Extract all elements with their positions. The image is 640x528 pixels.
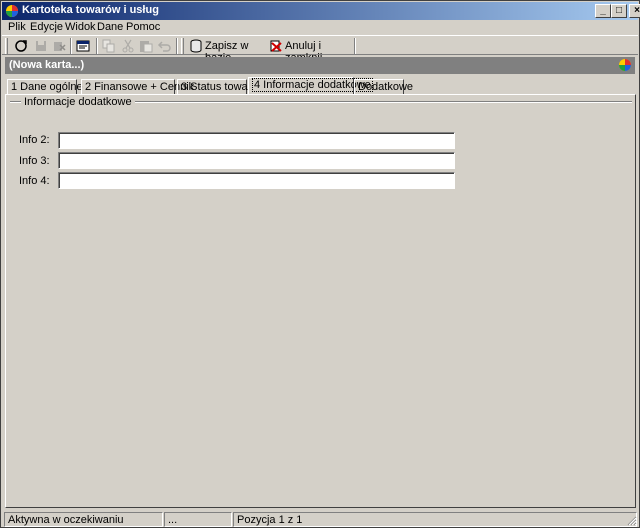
tab-finansowe-cennik[interactable]: 2 Finansowe + Cennik	[81, 79, 194, 95]
menu-dane[interactable]: Dane	[97, 21, 123, 33]
status-bar: Aktywna w oczekiwaniu ... Pozycja 1 z 1	[2, 511, 638, 527]
cut-icon[interactable]	[121, 39, 135, 53]
minimize-button[interactable]: _	[595, 4, 611, 18]
tab-dodatkowe[interactable]: Dodatkowe	[354, 79, 413, 95]
main-window: Kartoteka towarów i usług _ □ × Plik Edy…	[0, 0, 640, 528]
menu-bar: Plik Edycje Widok Dane Pomoc	[2, 20, 638, 35]
undo-icon[interactable]	[157, 39, 171, 53]
status-position: Pozycja 1 z 1	[233, 512, 637, 527]
group-title: Informacje dodatkowe	[21, 96, 135, 108]
properties-icon[interactable]	[76, 39, 90, 53]
menu-pomoc[interactable]: Pomoc	[126, 21, 160, 33]
refresh-icon[interactable]	[14, 39, 28, 53]
menu-plik[interactable]: Plik	[8, 21, 26, 33]
info-3-input[interactable]	[58, 152, 455, 169]
toolbar-separator	[70, 38, 72, 54]
title-bar[interactable]: Kartoteka towarów i usług _ □ ×	[2, 2, 640, 20]
tab-status-towaru[interactable]: 3 Status towaru	[177, 79, 257, 95]
info-2-label: Info 2:	[19, 134, 50, 146]
tab-strip: 1 Dane ogólne 2 Finansowe + Cennik 3 Sta…	[5, 77, 635, 95]
toolbar-separator	[176, 38, 178, 54]
tab-informacje-dodatkowe[interactable]: 4 Informacje dodatkowe	[248, 77, 373, 95]
cancel-close-button[interactable]: Anuluj i zamknij	[268, 38, 348, 64]
delete-icon[interactable]	[52, 39, 66, 53]
info-4-input[interactable]	[58, 172, 455, 189]
app-icon	[6, 5, 18, 17]
cancel-icon	[270, 40, 282, 52]
tab-dane-ogolne[interactable]: 1 Dane ogólne	[7, 79, 83, 95]
toolbar-separator	[354, 38, 356, 54]
resize-grip-icon[interactable]	[625, 514, 637, 526]
database-save-icon	[190, 39, 202, 53]
info-4-label: Info 4:	[19, 175, 50, 187]
status-middle: ...	[164, 512, 232, 527]
card-icon	[619, 59, 631, 71]
card-title: (Nowa karta...)	[9, 59, 85, 71]
close-button[interactable]: ×	[629, 4, 640, 18]
info-3-label: Info 3:	[19, 155, 50, 167]
menu-widok[interactable]: Widok	[65, 21, 96, 33]
status-state: Aktywna w oczekiwaniu	[4, 512, 163, 527]
toolbar-separator	[96, 38, 98, 54]
save-icon[interactable]	[34, 39, 48, 53]
toolbar-grip[interactable]	[181, 38, 184, 54]
copy-icon[interactable]	[102, 39, 116, 53]
maximize-button[interactable]: □	[611, 4, 627, 18]
menu-edycje[interactable]: Edycje	[30, 21, 63, 33]
paste-icon[interactable]	[139, 39, 153, 53]
toolbar-grip[interactable]	[5, 38, 8, 54]
info-2-input[interactable]	[58, 132, 455, 149]
window-title: Kartoteka towarów i usług	[22, 4, 159, 16]
save-to-db-button[interactable]: Zapisz w bazie	[188, 38, 265, 64]
toolbar: Zapisz w bazie Anuluj i zamknij	[2, 35, 638, 64]
card-header: (Nowa karta...)	[5, 57, 635, 74]
